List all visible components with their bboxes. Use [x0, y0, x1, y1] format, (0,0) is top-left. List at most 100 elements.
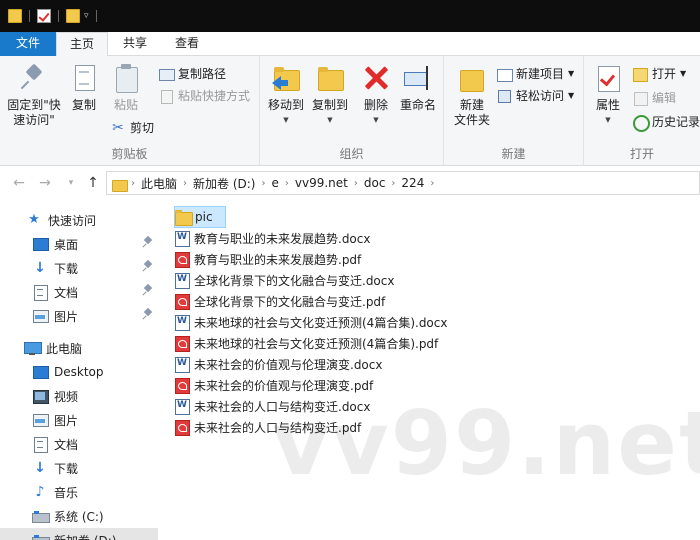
tab-share[interactable]: 共享 [112, 32, 158, 56]
history-icon [632, 114, 650, 132]
breadcrumb-this-pc[interactable]: 此电脑 [135, 175, 183, 192]
nav-documents[interactable]: 文档 [0, 280, 158, 304]
copy-to-label: 复制到 [311, 98, 348, 112]
folder-icon [111, 176, 128, 192]
clipboard-icon [110, 62, 142, 94]
nav-label: 此电脑 [46, 341, 83, 356]
word-document-icon [174, 356, 190, 373]
properties-check-icon[interactable] [37, 9, 51, 23]
rename-button[interactable]: 重命名 [396, 62, 440, 113]
nav-label: 桌面 [54, 237, 79, 252]
nav-quick-access[interactable]: ★ 快速访问 [0, 208, 158, 232]
nav-pc-documents[interactable]: 文档 [0, 432, 158, 456]
nav-label: 新加卷 (D:) [54, 532, 116, 540]
properties-button[interactable]: 属性 ▼ [590, 62, 626, 128]
breadcrumb-drive-d[interactable]: 新加卷 (D:) [187, 175, 261, 192]
list-item[interactable]: 全球化背景下的文化融合与变迁.docx [174, 269, 394, 291]
address-bar[interactable]: › 此电脑 › 新加卷 (D:) › e › vv99.net › doc › … [106, 171, 700, 195]
copy-path-label: 复制路径 [178, 67, 227, 81]
scissors-icon: ✂ [112, 120, 124, 136]
back-arrow-icon[interactable]: ← [10, 174, 28, 192]
forward-arrow-icon[interactable]: → [36, 174, 54, 192]
nav-drive-c[interactable]: 系统 (C:) [0, 504, 158, 528]
copy-label: 复制 [71, 98, 96, 112]
edit-button[interactable]: 编辑 [632, 88, 676, 108]
pin-icon[interactable] [144, 261, 152, 271]
open-button[interactable]: 打开 ▼ [632, 64, 686, 84]
nav-pc-videos[interactable]: 视频 [0, 384, 158, 408]
open-icon [632, 66, 648, 82]
breadcrumb-e[interactable]: e [265, 176, 284, 190]
nav-label: 快速访问 [48, 213, 97, 228]
chevron-down-icon: ▼ [327, 116, 333, 124]
file-name: 未来社会的价值观与伦理演变.pdf [194, 378, 374, 393]
recent-locations-chevron-icon[interactable]: ▾ [62, 174, 80, 192]
nav-desktop[interactable]: 桌面 [0, 232, 158, 256]
new-item-button[interactable]: 新建项目 ▼ [496, 64, 574, 84]
breadcrumb-224[interactable]: 224 [395, 176, 430, 190]
breadcrumb-doc[interactable]: doc [358, 176, 392, 190]
pin-to-quick-access-button[interactable]: 固定到"快 速访问" [4, 62, 64, 128]
history-button[interactable]: 历史记录 [632, 112, 700, 132]
nav-pc-desktop[interactable]: Desktop [0, 360, 158, 384]
list-item[interactable]: 教育与职业的未来发展趋势.pdf [174, 248, 361, 270]
copy-path-button[interactable]: 复制路径 [158, 64, 226, 84]
pin-icon [18, 62, 50, 94]
nav-downloads[interactable]: ↓ 下载 [0, 256, 158, 280]
word-document-icon [174, 398, 190, 415]
clipboard-group: 固定到"快 速访问" 复制 粘贴 复制路径 粘贴快捷方式 ✂ 剪切 剪贴板 [0, 56, 260, 166]
breadcrumb-vv99[interactable]: vv99.net [289, 176, 354, 190]
nav-drive-d[interactable]: 新加卷 (D:) [0, 528, 158, 540]
tab-file[interactable]: 文件 [0, 32, 56, 56]
list-item[interactable]: 未来社会的价值观与伦理演变.docx [174, 353, 382, 375]
new-folder-label-line2: 文件夹 [453, 113, 490, 127]
delete-button[interactable]: 删除 ▼ [356, 62, 396, 128]
pdf-icon [174, 293, 190, 310]
video-icon [32, 388, 49, 404]
nav-label: 系统 (C:) [54, 509, 104, 524]
copy-to-button[interactable]: 复制到 ▼ [308, 62, 352, 128]
nav-pc-music[interactable]: ♪ 音乐 [0, 480, 158, 504]
navigation-bar: ← → ▾ ↑ › 此电脑 › 新加卷 (D:) › e › vv99.net … [0, 166, 700, 200]
music-note-icon: ♪ [35, 484, 45, 500]
list-item[interactable]: 未来地球的社会与文化变迁预测(4篇合集).docx [174, 311, 447, 333]
word-document-icon [174, 272, 190, 289]
tab-home[interactable]: 主页 [56, 32, 108, 57]
tab-view[interactable]: 查看 [164, 32, 210, 56]
organize-group: 移动到 ▼ 复制到 ▼ 删除 ▼ 重命名 组织 [260, 56, 444, 166]
delete-label: 删除 [363, 98, 388, 112]
navigation-pane: ★ 快速访问 桌面 ↓ 下载 文档 图片 此电脑 Desktop 视频 图片 文… [0, 200, 158, 540]
chevron-down-icon[interactable]: ▿ [84, 11, 89, 21]
pdf-icon [174, 377, 190, 394]
edit-icon [632, 90, 648, 106]
folder-icon[interactable] [8, 9, 22, 23]
nav-this-pc[interactable]: 此电脑 [0, 336, 158, 360]
pin-icon[interactable] [144, 285, 152, 295]
new-folder-button[interactable]: 新建 文件夹 [450, 62, 494, 128]
list-item-folder-pic[interactable]: pic [174, 206, 226, 228]
list-item[interactable]: 全球化背景下的文化融合与变迁.pdf [174, 290, 385, 312]
file-name: 未来社会的价值观与伦理演变.docx [194, 357, 383, 372]
word-document-icon [174, 230, 190, 247]
pin-icon[interactable] [144, 237, 152, 247]
nav-pictures[interactable]: 图片 [0, 304, 158, 328]
pdf-icon [174, 251, 190, 268]
nav-pc-pictures[interactable]: 图片 [0, 408, 158, 432]
new-folder-icon[interactable] [66, 9, 80, 23]
pin-icon[interactable] [144, 309, 152, 319]
nav-label: Desktop [54, 365, 104, 379]
easy-access-button[interactable]: 轻松访问 ▼ [496, 86, 574, 106]
drive-icon [32, 508, 50, 524]
list-item[interactable]: 未来地球的社会与文化变迁预测(4篇合集).pdf [174, 332, 438, 354]
paste-shortcut-button[interactable]: 粘贴快捷方式 [158, 86, 250, 106]
up-arrow-icon[interactable]: ↑ [84, 174, 102, 192]
nav-pc-downloads[interactable]: ↓ 下载 [0, 456, 158, 480]
new-folder-label-line1: 新建 [459, 98, 484, 112]
move-to-button[interactable]: 移动到 ▼ [264, 62, 308, 128]
chevron-right-icon[interactable]: › [430, 178, 434, 189]
copy-button[interactable]: 复制 [66, 62, 102, 113]
paste-button[interactable]: 粘贴 [106, 62, 146, 113]
chevron-down-icon: ▼ [680, 69, 687, 78]
cut-button[interactable]: ✂ 剪切 [110, 118, 154, 138]
list-item[interactable]: 教育与职业的未来发展趋势.docx [174, 227, 370, 249]
